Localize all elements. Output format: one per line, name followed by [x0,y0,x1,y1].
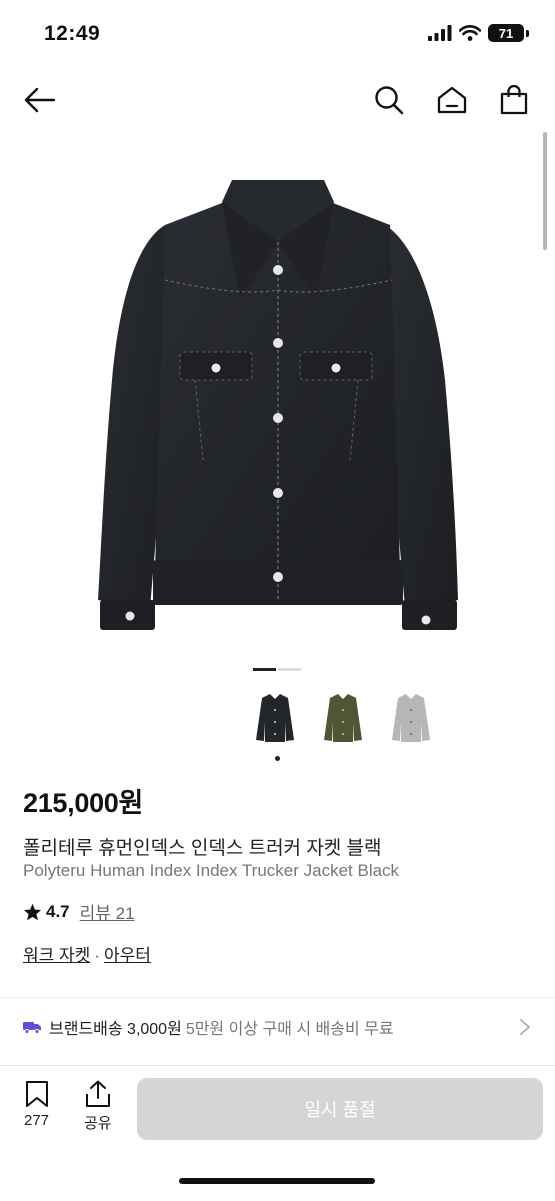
color-option-grey[interactable] [386,690,436,750]
jacket-thumb-olive [324,694,362,742]
selected-color-dot [275,756,280,761]
status-icons: 71 [428,24,529,42]
rating-value: 4.7 [46,901,70,921]
status-time: 12:49 [44,22,101,45]
star-icon [23,903,42,920]
jacket-thumb-grey [392,694,430,742]
signal-icon [428,25,452,41]
color-options [250,690,436,750]
home-button[interactable] [432,80,472,120]
category-links: 워크 자켓 · 아우터 [23,941,151,966]
bookmark-icon [25,1081,48,1107]
back-button[interactable] [20,80,60,120]
image-pagination [253,668,301,671]
chevron-right-icon [520,1019,530,1035]
shopping-bag-icon [500,85,528,115]
search-button[interactable] [369,80,409,120]
share-button[interactable]: 공유 [84,1080,112,1133]
color-option-olive[interactable] [318,690,368,750]
category-link-outer[interactable]: 아우터 [104,946,151,965]
jacket-illustration [98,180,458,630]
arrow-left-icon [24,87,56,113]
rating-row: 4.7 리뷰 21 [23,899,135,924]
search-icon [375,86,404,115]
category-separator: · [94,946,100,965]
sold-out-button[interactable]: 일시 품절 [137,1078,543,1140]
bookmark-button[interactable]: 277 [24,1080,49,1129]
shipping-info-row[interactable]: 브랜드배송 3,000원 5만원 이상 구매 시 배송비 무료 [0,998,555,1056]
product-image[interactable] [0,130,555,665]
truck-icon [23,1022,41,1034]
review-link[interactable]: 리뷰 21 [80,899,135,924]
category-link-work-jacket[interactable]: 워크 자켓 [23,946,90,965]
scroll-indicator [543,132,547,250]
product-title-en: Polyteru Human Index Index Trucker Jacke… [23,861,400,880]
home-icon [437,86,467,114]
color-option-black[interactable] [250,690,300,750]
share-label: 공유 [84,1115,112,1132]
product-title-ko: 폴리테루 휴먼인덱스 인덱스 트러커 자켓 블랙 [23,838,382,859]
page-dot-active [253,668,276,671]
battery-icon: 71 [488,24,524,42]
product-price: 215,000원 [23,788,144,818]
cart-button[interactable] [494,80,534,120]
shipping-free-condition: 5만원 이상 구매 시 배송비 무료 [185,1021,394,1038]
shipping-fee: 브랜드배송 3,000원 [49,1021,182,1038]
top-nav [0,70,555,128]
jacket-thumb-black [256,694,294,742]
home-indicator [179,1178,375,1184]
wifi-icon [459,25,481,41]
battery-tip [526,29,529,37]
status-bar: 12:49 71 [0,0,555,70]
bookmark-count: 277 [24,1112,50,1129]
battery-level: 71 [498,25,514,41]
page-dot [278,668,301,671]
share-icon [85,1080,110,1107]
